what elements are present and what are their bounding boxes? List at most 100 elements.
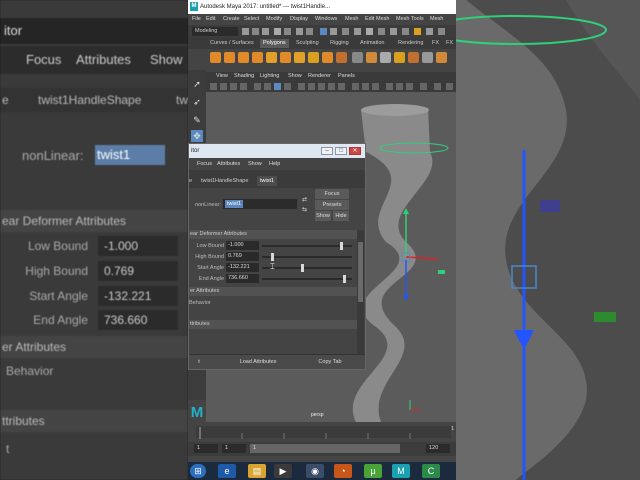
slider-knob[interactable] <box>340 242 344 250</box>
ao-icon[interactable] <box>362 83 369 90</box>
shadows-icon[interactable] <box>352 83 359 90</box>
mode-selector[interactable]: Modeling <box>192 27 238 36</box>
menu-select[interactable]: Select <box>244 16 259 22</box>
nonlinear-name-field[interactable]: twist1 <box>223 199 297 209</box>
smooth-icon[interactable] <box>394 52 405 63</box>
exposure-icon[interactable] <box>420 83 427 90</box>
attr-slider[interactable] <box>262 264 352 272</box>
poly-cylinder-icon[interactable] <box>238 52 249 63</box>
attr-value-field[interactable]: 0.769 <box>226 252 259 261</box>
attr-slider[interactable] <box>262 253 352 261</box>
gamma-icon[interactable] <box>434 83 441 90</box>
presets-button[interactable]: Presets <box>315 200 349 210</box>
range-bar[interactable]: 1 <box>250 444 400 453</box>
ae-menu-show[interactable]: Show <box>248 161 262 167</box>
menu-modify[interactable]: Modify <box>266 16 282 22</box>
camtasia-icon[interactable]: C <box>422 464 440 478</box>
nonlinear-name-value[interactable]: twist1 <box>225 200 244 208</box>
playback-start-field[interactable]: 1 <box>222 444 246 453</box>
menu-mesh-tools[interactable]: Mesh Tools <box>396 16 424 22</box>
ae-menu-help[interactable]: Help <box>269 161 280 167</box>
bookmark-icon[interactable] <box>230 83 237 90</box>
menu-create[interactable]: Create <box>223 16 240 22</box>
copy-tab-button[interactable]: Copy Tab <box>297 355 363 369</box>
minimize-button[interactable]: – <box>321 147 333 155</box>
panel-menu-panels[interactable]: Panels <box>338 73 355 79</box>
menu-mesh-display[interactable]: Mesh <box>430 16 443 22</box>
menu-edit-mesh[interactable]: Edit Mesh <box>365 16 389 22</box>
lights-icon[interactable] <box>338 83 345 90</box>
ae-tab-twist1handleshape[interactable]: twist1HandleShape <box>201 178 248 184</box>
attr-slider[interactable] <box>262 275 352 283</box>
panel-menu-lighting[interactable]: Lighting <box>260 73 279 79</box>
maya-taskbar-icon[interactable]: M <box>392 464 410 478</box>
separate-icon[interactable] <box>352 52 363 63</box>
panel-menu-renderer[interactable]: Renderer <box>308 73 331 79</box>
input-connection-icon[interactable]: ⇄ <box>302 196 307 203</box>
shelf-tab-fx[interactable]: FX <box>432 40 439 46</box>
camera-icon[interactable] <box>210 83 217 90</box>
reduce-icon[interactable] <box>408 52 419 63</box>
load-attributes-button[interactable]: Load Attributes <box>223 355 293 369</box>
section-node-attributes[interactable]: er Attributes <box>189 287 357 296</box>
ae-scrollbar-thumb[interactable] <box>358 242 363 302</box>
camera-attr-icon[interactable] <box>220 83 227 90</box>
xray-joints-icon[interactable] <box>406 83 413 90</box>
ae-menu-focus[interactable]: Focus <box>197 161 212 167</box>
move-tool-icon[interactable]: ✥ <box>191 130 203 142</box>
close-button[interactable]: ✕ <box>349 147 361 155</box>
internet-explorer-icon[interactable]: e <box>218 464 236 478</box>
focus-button[interactable]: Focus <box>315 189 349 199</box>
section-nonlinear-deformer[interactable]: ear Deformer Attributes <box>189 230 357 239</box>
attr-value-field[interactable]: 736.660 <box>226 274 259 283</box>
range-end-field[interactable]: 120 <box>426 444 450 453</box>
shelf-tab-curves[interactable]: Curves / Surfaces <box>210 40 254 46</box>
bevel-icon[interactable] <box>436 52 447 63</box>
poly-sphere-icon[interactable] <box>210 52 221 63</box>
booleans-icon[interactable] <box>380 52 391 63</box>
grid-icon[interactable] <box>254 83 261 90</box>
ae-menu-attributes[interactable]: Attributes <box>217 161 240 167</box>
panel-menu-show[interactable]: Show <box>288 73 302 79</box>
ae-tab-twist1[interactable]: twist1 <box>257 176 278 186</box>
wireframe-icon[interactable] <box>298 83 305 90</box>
film-gate-icon[interactable] <box>264 83 271 90</box>
aa-icon[interactable] <box>372 83 379 90</box>
range-start-field[interactable]: 1 <box>194 444 218 453</box>
section-extra-attributes[interactable]: ttributes <box>189 320 357 329</box>
textured-icon[interactable] <box>328 83 335 90</box>
attr-slider[interactable] <box>262 242 352 250</box>
panel-menu-shading[interactable]: Shading <box>234 73 254 79</box>
poly-pipe-icon[interactable] <box>322 52 333 63</box>
isolate-icon[interactable] <box>386 83 393 90</box>
poly-torus-icon[interactable] <box>266 52 277 63</box>
output-connection-icon[interactable]: ⇆ <box>302 206 307 213</box>
hide-button[interactable]: Hide <box>333 211 349 221</box>
chrome-icon[interactable]: ◉ <box>306 464 324 478</box>
shelf-tab-sculpting[interactable]: Sculpting <box>296 40 319 46</box>
section-node-behavior[interactable]: Behavior <box>189 300 211 306</box>
color-mgmt-icon[interactable] <box>446 83 453 90</box>
poly-cone-icon[interactable] <box>252 52 263 63</box>
attr-value-field[interactable]: -1.000 <box>226 241 259 250</box>
poly-plane-icon[interactable] <box>280 52 291 63</box>
menu-file[interactable]: File <box>192 16 201 22</box>
current-frame-field[interactable]: 1 <box>451 426 454 432</box>
menu-edit[interactable]: Edit <box>206 16 215 22</box>
show-button[interactable]: Show <box>315 211 331 221</box>
slider-knob[interactable] <box>301 264 305 272</box>
maximize-button[interactable]: □ <box>335 147 347 155</box>
media-player-icon[interactable]: ▶ <box>274 464 292 478</box>
ae-scrollbar[interactable] <box>357 230 364 354</box>
menu-mesh[interactable]: Mesh <box>345 16 358 22</box>
combine-icon[interactable] <box>336 52 347 63</box>
poly-text-icon[interactable] <box>308 52 319 63</box>
ae-titlebar[interactable]: itor – □ ✕ <box>189 144 365 158</box>
time-slider-track[interactable] <box>196 426 451 439</box>
attr-value-field[interactable]: -132.221 <box>226 263 259 272</box>
shelf-tab-fx-caching[interactable]: FX <box>446 40 453 46</box>
file-explorer-icon[interactable]: ▤ <box>248 464 266 478</box>
ae-tab-e[interactable]: e <box>189 178 192 184</box>
utorrent-icon[interactable]: µ <box>364 464 382 478</box>
paint-select-icon[interactable]: ✎ <box>191 114 203 126</box>
